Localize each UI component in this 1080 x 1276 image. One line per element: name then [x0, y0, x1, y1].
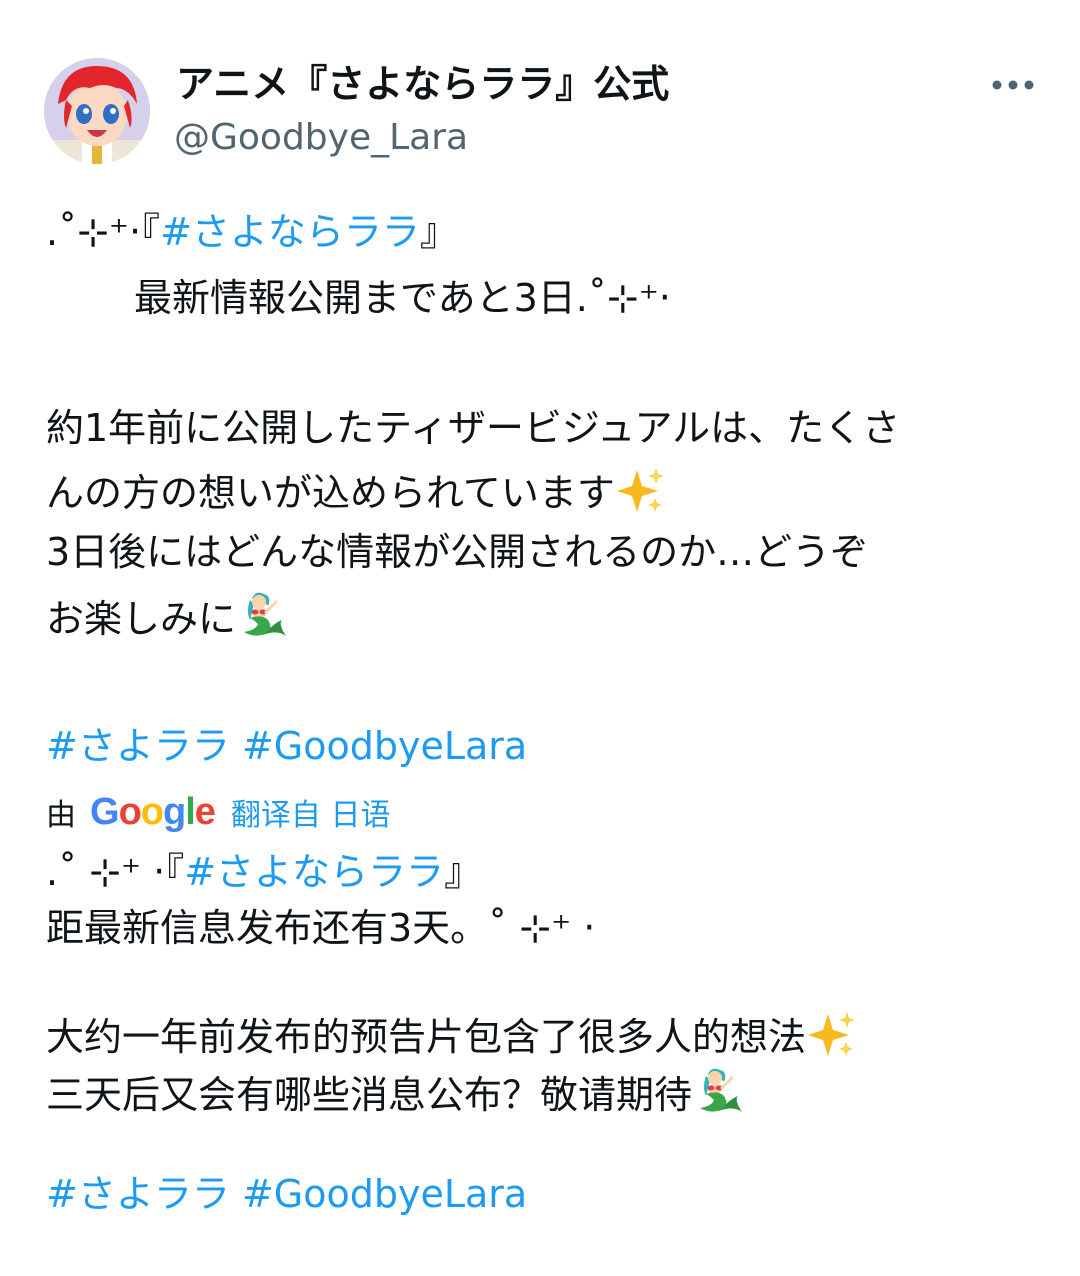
- translated-line-4: 三天后又会有哪些消息公布？敬请期待: [46, 1066, 746, 1127]
- mermaid-icon: [694, 1066, 746, 1127]
- original-line-4-text: んの方の想いが込められています: [46, 471, 615, 515]
- hashtag-link[interactable]: #GoodbyeLara: [242, 724, 527, 768]
- tweet: アニメ『さよならララ』公式 @Goodbye_Lara .˚⊹⁺‧『#さよならラ…: [0, 0, 1080, 1276]
- translated-line-3-text: 大约一年前发布的预告片包含了很多人的想法: [46, 1015, 807, 1059]
- more-horizontal-icon: [992, 80, 1034, 90]
- author-handle[interactable]: @Goodbye_Lara: [174, 116, 468, 160]
- translated-line-4-text: 三天后又会有哪些消息公布？敬请期待: [46, 1073, 693, 1117]
- translated-from-link[interactable]: 翻译自 日语: [231, 790, 391, 834]
- translated-line-3: 大约一年前发布的预告片包含了很多人的想法: [46, 1010, 858, 1069]
- hashtag-link[interactable]: #さよならララ: [184, 850, 444, 894]
- by-label: 由: [46, 798, 76, 833]
- decoration-text: .˚ ⊹⁺ ‧『: [46, 850, 185, 894]
- original-line-6: お楽しみに: [46, 590, 290, 651]
- anime-character-avatar: [44, 58, 150, 164]
- avatar[interactable]: [44, 58, 150, 164]
- sparkles-icon: [808, 1010, 858, 1069]
- original-line-2: 最新情報公開まであと3日.˚⊹⁺‧: [134, 276, 671, 320]
- translation-attribution: 由 Google 翻译自 日语: [46, 790, 390, 834]
- decoration-text: .˚⊹⁺‧『: [46, 210, 161, 254]
- translated-hashtags: #さよララ #GoodbyeLara: [46, 1170, 527, 1218]
- bracket-text: 』: [444, 850, 483, 894]
- hashtag-link[interactable]: #さよララ: [46, 724, 230, 768]
- original-line-1: .˚⊹⁺‧『#さよならララ』: [46, 208, 458, 256]
- more-options-button[interactable]: [990, 70, 1036, 100]
- bracket-text: 』: [419, 210, 458, 254]
- hashtag-link[interactable]: #さよララ: [46, 1172, 230, 1216]
- original-line-4: んの方の想いが込められています: [46, 466, 667, 525]
- author-display-name[interactable]: アニメ『さよならララ』公式: [176, 62, 669, 106]
- sparkles-icon: [616, 466, 667, 525]
- google-logo: Google: [90, 790, 216, 833]
- translated-line-1: .˚ ⊹⁺ ‧『#さよならララ』: [46, 848, 482, 896]
- hashtag-link[interactable]: #GoodbyeLara: [242, 1172, 527, 1216]
- mermaid-icon: [238, 590, 290, 651]
- hashtag-link[interactable]: #さよならララ: [160, 210, 420, 254]
- original-hashtags: #さよララ #GoodbyeLara: [46, 722, 527, 770]
- original-line-6-text: お楽しみに: [46, 597, 237, 641]
- original-line-5: 3日後にはどんな情報が公開されるのか…どうぞ: [46, 530, 869, 574]
- original-line-3: 約1年前に公開したティザービジュアルは、たくさ: [46, 406, 901, 450]
- translated-line-2: 距最新信息发布还有3天。˚ ⊹⁺ ‧: [46, 906, 596, 950]
